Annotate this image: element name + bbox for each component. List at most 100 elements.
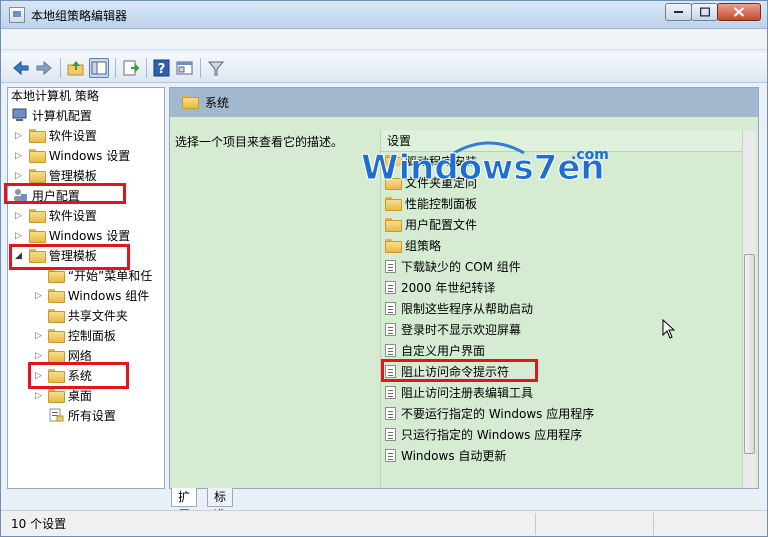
folder-icon xyxy=(385,239,402,253)
folder-icon xyxy=(29,209,46,223)
list-item[interactable]: 阻止访问注册表编辑工具 xyxy=(385,383,533,403)
tree-item-label: 计算机配置 xyxy=(31,109,92,123)
folder-icon xyxy=(182,95,199,109)
list-item[interactable]: 性能控制面板 xyxy=(385,194,477,214)
export-icon xyxy=(123,60,140,76)
status-bar: 10 个设置 xyxy=(1,510,767,536)
tree-item-label: 管理模板 xyxy=(48,169,97,183)
list-item-label: 阻止访问注册表编辑工具 xyxy=(401,386,534,400)
folder-icon xyxy=(385,218,402,232)
show-hide-tree-button[interactable] xyxy=(89,58,109,78)
highlight-user-config xyxy=(4,183,126,204)
forward-button[interactable] xyxy=(34,58,54,78)
policy-setting-icon xyxy=(385,407,396,420)
folder-icon xyxy=(48,309,65,323)
list-item-label: 自定义用户界面 xyxy=(401,344,486,358)
tab-extended[interactable]: 扩展 xyxy=(171,488,198,522)
list-item[interactable]: 不要运行指定的 Windows 应用程序 xyxy=(385,404,594,424)
minimize-button[interactable] xyxy=(665,3,692,21)
list-item[interactable]: 用户配置文件 xyxy=(385,215,477,235)
tree-item-label: 网络 xyxy=(67,349,92,363)
folder-icon xyxy=(29,229,46,243)
tree-item-label: 软件设置 xyxy=(48,209,97,223)
export-list-button[interactable] xyxy=(121,58,141,78)
computer-icon xyxy=(12,108,27,121)
policy-setting-icon xyxy=(385,449,396,462)
folder-icon xyxy=(385,197,402,211)
console-tree-icon xyxy=(91,61,107,75)
policy-setting-icon xyxy=(385,260,396,273)
maximize-button[interactable] xyxy=(691,3,718,21)
watermark-text: Windows7en xyxy=(361,148,605,188)
vertical-scroll-thumb[interactable] xyxy=(744,254,755,454)
list-item[interactable]: 自定义用户界面 xyxy=(385,341,485,361)
list-item-label: 只运行指定的 Windows 应用程序 xyxy=(401,428,583,442)
tree-item-label: Windows 设置 xyxy=(48,229,131,243)
windows7en-watermark: Windows7en .com xyxy=(361,141,609,189)
close-icon xyxy=(733,7,745,17)
list-item[interactable]: 登录时不显示欢迎屏幕 xyxy=(385,320,521,340)
list-item[interactable]: 组策略 xyxy=(385,236,441,256)
window-title: 本地组策略编辑器 xyxy=(31,9,128,23)
title-bar[interactable]: 本地组策略编辑器 xyxy=(1,1,767,29)
vertical-scrollbar[interactable] xyxy=(742,130,756,488)
watermark-sub: .com xyxy=(571,147,609,163)
close-button[interactable] xyxy=(717,3,761,21)
list-item[interactable]: Windows 自动更新 xyxy=(385,446,506,466)
status-separator xyxy=(535,513,536,535)
status-separator xyxy=(653,513,654,535)
expand-arrow-icon[interactable]: ▷ xyxy=(15,206,25,226)
main-window: 本地组策略编辑器 ? 本地计算机 策略 计算机配置 ▷ 软件设置 ▷ Windo… xyxy=(0,0,768,537)
properties-button[interactable] xyxy=(175,58,195,78)
highlight-admin-templates xyxy=(9,244,130,270)
up-level-button[interactable] xyxy=(66,58,86,78)
policy-setting-icon xyxy=(385,344,396,357)
properties-icon xyxy=(176,61,193,75)
expand-arrow-icon[interactable]: ▷ xyxy=(35,286,45,306)
help-button[interactable]: ? xyxy=(152,58,172,78)
list-item-label: 性能控制面板 xyxy=(405,197,478,211)
svg-text:?: ? xyxy=(158,62,166,77)
list-item[interactable]: 只运行指定的 Windows 应用程序 xyxy=(385,425,582,445)
toolbar-separator xyxy=(146,58,147,78)
highlight-block-cmd xyxy=(381,359,538,382)
window-controls xyxy=(665,3,761,21)
tree-item-label: 所有设置 xyxy=(67,409,116,423)
console-tree[interactable]: 本地计算机 策略 计算机配置 ▷ 软件设置 ▷ Windows 设置 ▷ 管理模… xyxy=(7,87,165,489)
list-item-label: Windows 自动更新 xyxy=(401,449,507,463)
tree-item-label: 软件设置 xyxy=(48,129,97,143)
list-item[interactable]: 2000 年世纪转译 xyxy=(385,278,495,298)
policy-setting-icon xyxy=(385,386,396,399)
minimize-icon xyxy=(673,11,683,13)
toolbar: ? xyxy=(1,53,767,83)
mouse-cursor-icon xyxy=(662,319,676,339)
tree-root[interactable]: 本地计算机 策略 xyxy=(11,88,99,106)
expand-arrow-icon[interactable]: ▷ xyxy=(15,126,25,146)
filter-button[interactable] xyxy=(206,58,226,78)
help-icon: ? xyxy=(153,59,170,77)
maximize-icon xyxy=(699,7,710,17)
tab-standard[interactable]: 标准 xyxy=(207,488,234,522)
back-button[interactable] xyxy=(11,58,31,78)
tree-item-label: “开始”菜单和任 xyxy=(67,269,153,283)
folder-icon xyxy=(48,349,65,363)
description-text: 选择一个项目来查看它的描述。 xyxy=(175,135,344,149)
highlight-system xyxy=(28,362,129,389)
forward-arrow-icon xyxy=(36,60,52,76)
list-item[interactable]: 下载缺少的 COM 组件 xyxy=(385,257,521,277)
toolbar-separator xyxy=(115,58,116,78)
expand-arrow-icon[interactable]: ▷ xyxy=(35,386,45,406)
expand-arrow-icon[interactable]: ▷ xyxy=(15,226,25,246)
expand-arrow-icon[interactable]: ▷ xyxy=(35,326,45,346)
expand-arrow-icon[interactable]: ▷ xyxy=(15,146,25,166)
details-header: 系统 xyxy=(170,88,758,117)
toolbar-separator xyxy=(200,58,201,78)
list-item-label: 组策略 xyxy=(405,239,442,253)
list-item-label: 不要运行指定的 Windows 应用程序 xyxy=(401,407,595,421)
tree-item-computer-config[interactable]: 计算机配置 xyxy=(12,106,92,126)
list-item[interactable]: 限制这些程序从帮助启动 xyxy=(385,299,533,319)
folder-icon xyxy=(48,269,65,283)
details-header-title: 系统 xyxy=(205,96,230,110)
policy-setting-icon xyxy=(385,302,396,315)
tree-item-label: 桌面 xyxy=(67,389,92,403)
